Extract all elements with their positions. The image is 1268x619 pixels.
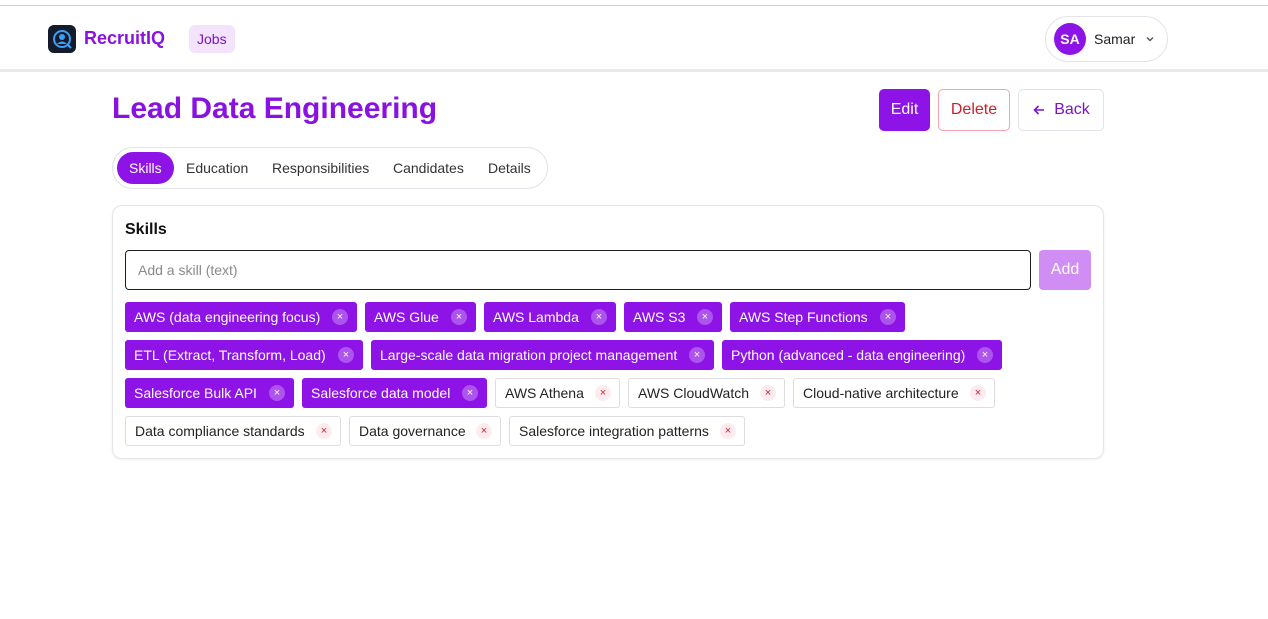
skill-tag: Large-scale data migration project manag… [371, 340, 714, 370]
tab-bar: Skills Education Responsibilities Candid… [112, 147, 548, 189]
page-title: Lead Data Engineering [112, 92, 438, 125]
back-button[interactable]: Back [1018, 89, 1104, 131]
remove-skill-icon[interactable]: × [595, 385, 611, 401]
remove-skill-icon[interactable]: × [697, 309, 713, 325]
skill-tag-label: AWS Glue [374, 309, 439, 325]
add-skill-button[interactable]: Add [1039, 250, 1091, 290]
nav-jobs[interactable]: Jobs [189, 25, 235, 53]
skill-tag: Salesforce data model × [302, 378, 487, 408]
skill-tag: Cloud-native architecture × [793, 378, 995, 408]
skill-input[interactable] [125, 250, 1031, 290]
delete-button[interactable]: Delete [938, 89, 1010, 131]
remove-skill-icon[interactable]: × [760, 385, 776, 401]
skill-tag-label: AWS Athena [505, 385, 584, 401]
user-menu[interactable]: SA Samar [1045, 16, 1168, 62]
user-name: Samar [1094, 31, 1136, 47]
skill-tag-label: AWS CloudWatch [638, 385, 749, 401]
remove-skill-icon[interactable]: × [269, 385, 285, 401]
brand-name[interactable]: RecruitIQ [84, 28, 165, 49]
tab-candidates[interactable]: Candidates [381, 152, 476, 184]
remove-skill-icon[interactable]: × [451, 309, 467, 325]
skill-tag: ETL (Extract, Transform, Load) × [125, 340, 363, 370]
skill-tag: Data compliance standards × [125, 416, 341, 446]
remove-skill-icon[interactable]: × [880, 309, 896, 325]
skill-tag-label: AWS (data engineering focus) [134, 309, 321, 325]
remove-skill-icon[interactable]: × [689, 347, 705, 363]
tab-details[interactable]: Details [476, 152, 543, 184]
skill-tag-label: Cloud-native architecture [803, 385, 959, 401]
skill-tag-label: Data compliance standards [135, 423, 305, 439]
skill-tag: AWS Step Functions × [730, 302, 905, 332]
app-header: RecruitIQ Jobs SA Samar [0, 6, 1268, 72]
remove-skill-icon[interactable]: × [338, 347, 354, 363]
skill-tag-label: ETL (Extract, Transform, Load) [134, 347, 326, 363]
avatar: SA [1054, 23, 1086, 55]
remove-skill-icon[interactable]: × [476, 423, 492, 439]
remove-skill-icon[interactable]: × [970, 385, 986, 401]
back-label: Back [1054, 101, 1090, 118]
skill-tag: Data governance × [349, 416, 501, 446]
recruitiq-logo-icon[interactable] [48, 25, 76, 53]
remove-skill-icon[interactable]: × [316, 423, 332, 439]
skill-tag: AWS Athena × [495, 378, 620, 408]
remove-skill-icon[interactable]: × [591, 309, 607, 325]
arrow-left-icon [1032, 103, 1046, 117]
skill-tag-label: Python (advanced - data engineering) [731, 347, 966, 363]
skill-tag: AWS (data engineering focus) × [125, 302, 357, 332]
tab-skills[interactable]: Skills [117, 152, 174, 184]
skill-tag: Salesforce integration patterns × [509, 416, 745, 446]
chevron-down-icon [1144, 33, 1156, 45]
skills-card: Skills Add AWS (data engineering focus) ×… [112, 205, 1104, 459]
skill-tag-label: Large-scale data migration project manag… [380, 347, 678, 363]
skill-tag-label: AWS Step Functions [739, 309, 868, 325]
skill-tag: AWS S3 × [624, 302, 722, 332]
remove-skill-icon[interactable]: × [332, 309, 348, 325]
remove-skill-icon[interactable]: × [462, 385, 478, 401]
remove-skill-icon[interactable]: × [977, 347, 993, 363]
edit-button[interactable]: Edit [879, 89, 930, 131]
skill-tag-label: AWS Lambda [493, 309, 579, 325]
remove-skill-icon[interactable]: × [720, 423, 736, 439]
skill-tag-label: Salesforce integration patterns [519, 423, 709, 439]
tab-responsibilities[interactable]: Responsibilities [260, 152, 381, 184]
skill-tag-label: AWS S3 [633, 309, 686, 325]
skill-tag: AWS CloudWatch × [628, 378, 785, 408]
skill-tag: AWS Lambda × [484, 302, 616, 332]
skill-tag: Python (advanced - data engineering) × [722, 340, 1002, 370]
skills-card-title: Skills [125, 221, 167, 238]
tab-education[interactable]: Education [174, 152, 260, 184]
skill-tag: AWS Glue × [365, 302, 476, 332]
skill-tag-label: Data governance [359, 423, 466, 439]
skill-tag: Salesforce Bulk API × [125, 378, 294, 408]
skill-tag-label: Salesforce data model [311, 385, 451, 401]
skill-tag-label: Salesforce Bulk API [134, 385, 257, 401]
